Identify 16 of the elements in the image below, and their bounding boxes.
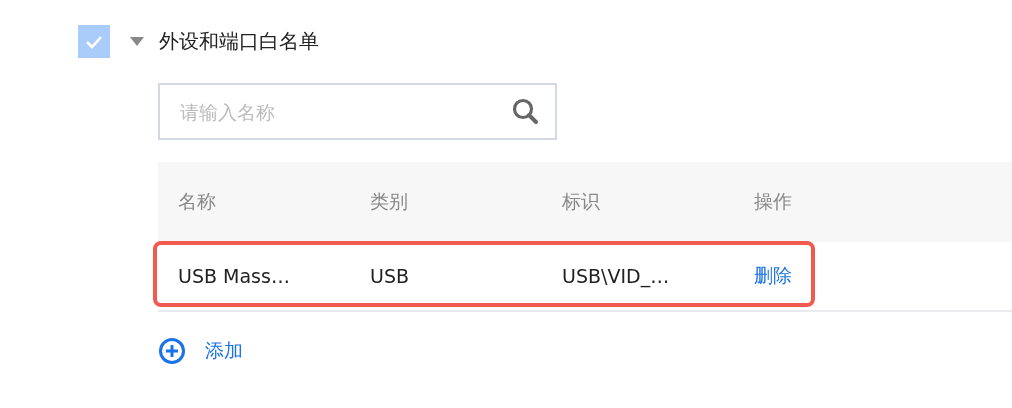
search-icon[interactable]: [511, 97, 539, 125]
caret-icon[interactable]: [130, 36, 144, 47]
table-cell-text: USB Mass…: [177, 265, 291, 287]
column-header: 名称: [177, 189, 217, 214]
plus-circle-icon: [158, 337, 186, 365]
checkbox[interactable]: [78, 25, 110, 58]
delete-link[interactable]: 删除: [754, 264, 792, 286]
column-header: 类别: [369, 189, 409, 214]
check-icon: [85, 34, 103, 49]
column-header: 操作: [753, 189, 793, 214]
column-header: 标识: [561, 189, 601, 214]
add-button[interactable]: 添加: [158, 337, 243, 365]
table-cell-text: USB\VID_…: [561, 265, 671, 287]
section-title: 外设和端口白名单: [159, 28, 319, 55]
search-field[interactable]: 请输入名称: [158, 83, 557, 140]
table-cell-text: USB: [369, 265, 410, 287]
